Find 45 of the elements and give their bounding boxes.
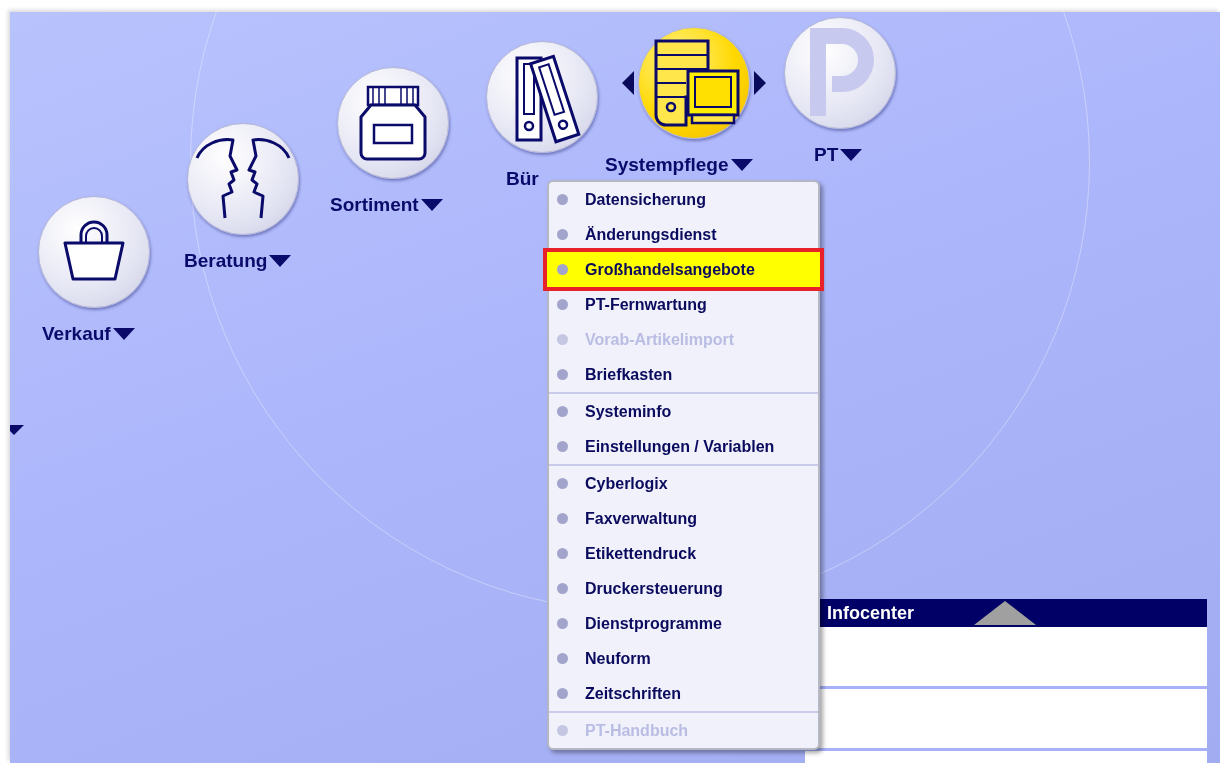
bullet-icon xyxy=(557,334,568,345)
dropdown-caret-icon xyxy=(840,149,863,162)
menu-item[interactable]: Faxverwaltung xyxy=(549,501,818,536)
menu-item[interactable]: Zeitschriften xyxy=(549,676,818,711)
bullet-icon xyxy=(557,513,568,524)
bullet-icon xyxy=(557,299,568,310)
menu-item[interactable]: Briefkasten xyxy=(549,357,818,392)
bullet-icon xyxy=(557,194,568,205)
dropdown-caret-icon xyxy=(420,199,443,212)
bullet-icon xyxy=(557,583,568,594)
nav-label[interactable]: Beratung xyxy=(184,247,292,276)
nav-label[interactable]: Sortiment xyxy=(330,191,443,220)
bullet-icon xyxy=(557,653,568,664)
menu-item[interactable]: Dienstprogramme xyxy=(549,606,818,641)
menu-item[interactable]: PT-Fernwartung xyxy=(549,287,818,322)
nav-label[interactable]: Verkauf xyxy=(42,320,135,349)
dropdown-caret-icon xyxy=(10,425,24,435)
panel-title: Infocenter xyxy=(827,601,914,625)
bullet-icon xyxy=(557,478,568,489)
left-arrow-icon[interactable] xyxy=(622,71,634,95)
collapse-toggle-icon[interactable] xyxy=(974,601,1036,625)
menu-item[interactable]: Etikettendruck xyxy=(549,536,818,571)
menu-item[interactable]: Neuform xyxy=(549,641,818,676)
menu-item[interactable]: Druckersteuerung xyxy=(549,571,818,606)
nav-label[interactable]: Bür xyxy=(506,165,539,194)
bullet-icon xyxy=(557,369,568,380)
right-arrow-icon[interactable] xyxy=(754,71,766,95)
nav-label[interactable]: PT xyxy=(814,141,863,170)
dropdown-caret-icon xyxy=(269,255,292,268)
menu-item[interactable]: Änderungsdienst xyxy=(549,217,818,252)
dropdown-caret-icon xyxy=(730,159,753,172)
bullet-icon xyxy=(557,229,568,240)
nav-label[interactable]: Systempflege xyxy=(605,151,753,180)
bullet-icon xyxy=(557,441,568,452)
menu-item[interactable]: Datensicherung xyxy=(549,182,818,217)
menu-item[interactable]: Cyberlogix xyxy=(549,466,818,501)
bullet-icon xyxy=(557,688,568,699)
dropdown-caret-icon xyxy=(112,328,135,341)
bullet-icon xyxy=(557,725,568,736)
menu-item[interactable]: Systeminfo xyxy=(549,394,818,429)
bullet-icon xyxy=(557,406,568,417)
menu-item[interactable]: Einstellungen / Variablen xyxy=(549,429,818,464)
bullet-icon xyxy=(557,618,568,629)
bullet-icon xyxy=(557,548,568,559)
bullet-icon xyxy=(557,264,568,275)
